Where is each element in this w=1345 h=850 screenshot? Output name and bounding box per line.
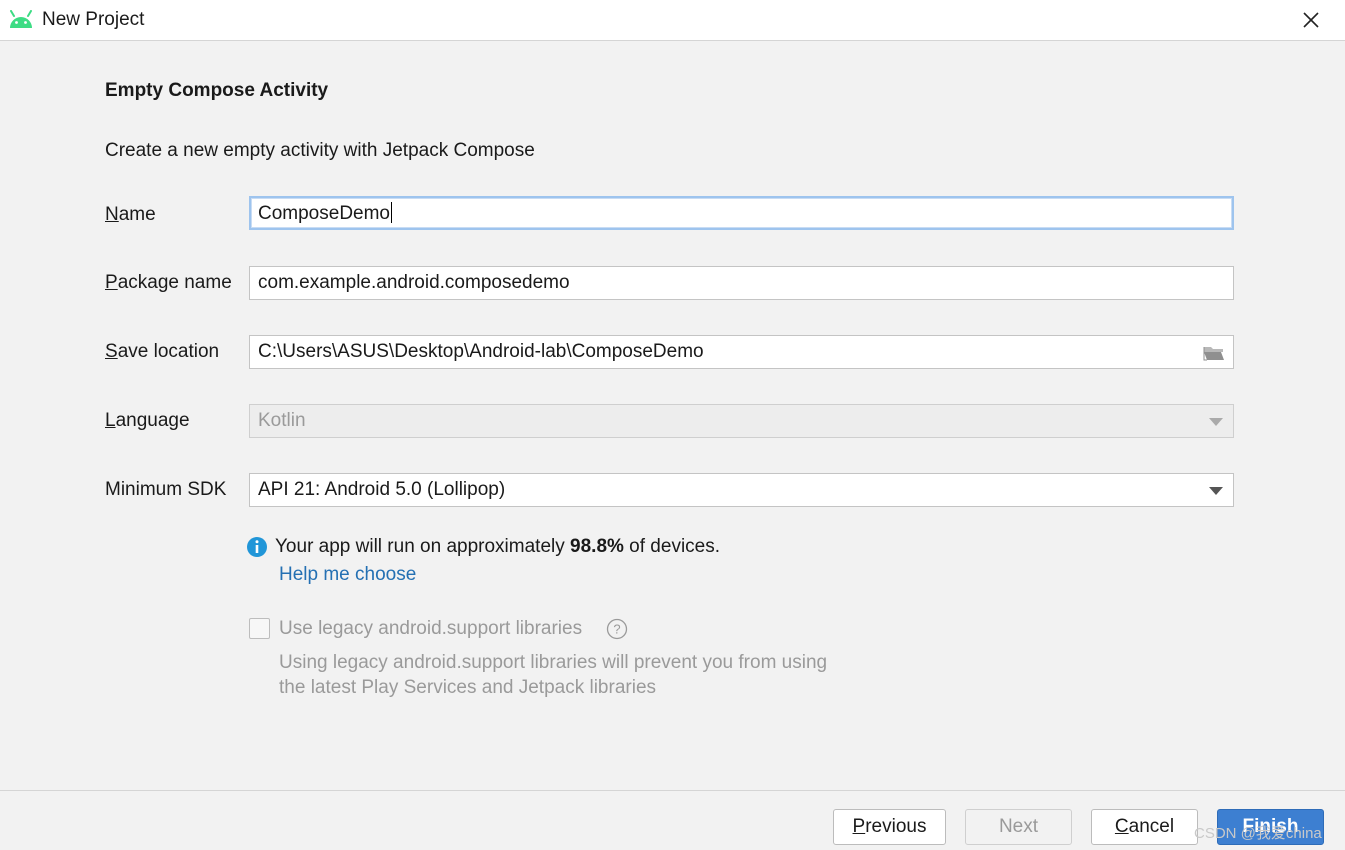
help-icon[interactable]: ?	[606, 618, 628, 640]
minimum-sdk-label: Minimum SDK	[105, 479, 227, 500]
text-caret	[391, 202, 392, 223]
section-title: Empty Compose Activity	[105, 80, 329, 101]
window-title: New Project	[42, 9, 145, 30]
title-bar: New Project	[0, 0, 1345, 41]
package-name-label: Package name	[105, 272, 232, 293]
minimum-sdk-select[interactable]: API 21: Android 5.0 (Lollipop)	[249, 473, 1234, 507]
chevron-down-icon	[1209, 418, 1223, 426]
legacy-support-label: Use legacy android.support libraries	[279, 618, 583, 639]
sdk-coverage-text: Your app will run on approximately 98.8%…	[275, 536, 721, 557]
legacy-support-checkbox	[249, 618, 270, 639]
svg-text:?: ?	[613, 622, 620, 637]
previous-button[interactable]: Previous	[833, 809, 946, 845]
save-location-label: Save location	[105, 341, 220, 362]
cancel-button[interactable]: Cancel	[1091, 809, 1198, 845]
language-label: Language	[105, 410, 190, 431]
next-button: Next	[965, 809, 1072, 845]
sdk-coverage-percent: 98.8%	[570, 536, 624, 557]
package-name-input[interactable]: com.example.android.composedemo	[249, 266, 1234, 300]
android-icon	[10, 10, 32, 28]
footer-divider	[0, 790, 1345, 791]
close-icon	[1303, 12, 1319, 28]
watermark: CSDN @我爱china	[1194, 825, 1322, 842]
section-description: Create a new empty activity with Jetpack…	[105, 140, 535, 161]
chevron-down-icon[interactable]	[1209, 487, 1223, 495]
language-select: Kotlin	[249, 404, 1234, 438]
info-icon	[247, 537, 267, 557]
help-me-choose-link[interactable]: Help me choose	[279, 564, 416, 586]
save-location-input[interactable]: C:\Users\ASUS\Desktop\Android-lab\Compos…	[249, 335, 1234, 369]
close-button[interactable]	[1294, 4, 1328, 36]
legacy-support-hint: Using legacy android.support libraries w…	[279, 652, 828, 698]
name-input[interactable]: ComposeDemo	[249, 196, 1234, 230]
name-label: Name	[105, 204, 156, 225]
folder-icon[interactable]	[1203, 344, 1225, 362]
